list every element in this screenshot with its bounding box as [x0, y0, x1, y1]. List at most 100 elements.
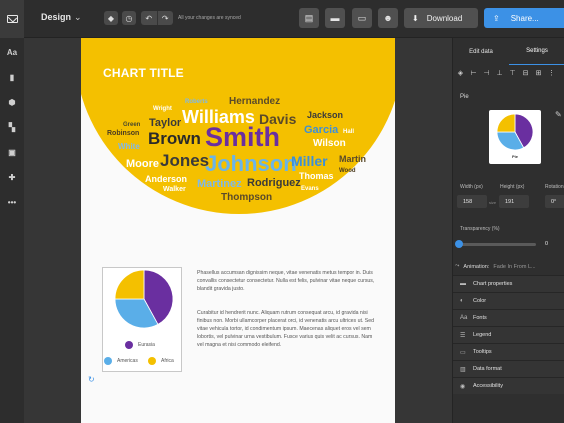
panel-tabs: Edit data Settings	[453, 38, 564, 65]
tab-edit-data[interactable]: Edit data	[453, 38, 509, 65]
slider-handle[interactable]	[455, 240, 463, 248]
width-label: Width (px)	[460, 184, 483, 190]
align-top-icon[interactable]: ⊤	[507, 67, 518, 78]
app-root: Design ⌄ ◆ ◷ ↶ ↷ All your changes are sy…	[0, 0, 564, 423]
chart-icon[interactable]: ▮	[5, 70, 19, 84]
legend-swatch	[104, 357, 112, 365]
envelope-icon	[6, 15, 18, 23]
word-cloud-word: Evans	[301, 186, 319, 192]
width-field[interactable]: 158	[457, 195, 487, 208]
legend-label: Eurasia	[138, 342, 155, 348]
shapes-icon[interactable]: ✚	[5, 170, 19, 184]
section-data-format[interactable]: ▥ Data format	[453, 360, 564, 377]
word-cloud-word: Robinson	[107, 130, 140, 137]
pie-chart	[114, 269, 174, 329]
note-icon[interactable]: ▤	[299, 8, 319, 28]
layers-icon[interactable]: ◈	[455, 67, 466, 78]
tag-icon[interactable]: ◆	[104, 11, 118, 25]
pie-thumbnail-icon	[496, 113, 534, 151]
align-right-icon[interactable]: ⊥	[494, 67, 505, 78]
legend-swatch	[148, 357, 156, 365]
paragraph[interactable]: Phasellus accumsan dignissim neque, vita…	[197, 269, 377, 293]
download-label: Download	[426, 13, 463, 23]
legend-item: Americas	[104, 357, 138, 365]
section-chart-properties[interactable]: ▬ Chart properties	[453, 275, 564, 292]
section-label: Fonts	[473, 315, 487, 321]
project-name[interactable]: Design	[41, 12, 71, 22]
section-label: Legend	[473, 332, 492, 338]
distribute-icon[interactable]: ⋮	[546, 67, 557, 78]
undo-icon[interactable]: ↶	[141, 11, 158, 25]
section-label: Chart properties	[473, 281, 513, 287]
word-cloud-word: Roberts	[185, 99, 208, 105]
present-icon[interactable]: ▭	[352, 8, 372, 28]
image-icon[interactable]: ▣	[5, 145, 19, 159]
chart-type-thumbnail[interactable]: Pie	[489, 110, 541, 164]
animation-row[interactable]: ⤳ Animation: Fade In From L...	[455, 260, 564, 273]
pie-slice-africa[interactable]	[114, 269, 145, 300]
chart-title[interactable]: CHART TITLE	[103, 66, 184, 80]
word-cloud-word: Johnson	[205, 151, 297, 176]
word-cloud-word: Hall	[343, 129, 355, 135]
section-accessibility[interactable]: ◉ Accessibility	[453, 377, 564, 394]
share-button[interactable]: ⇪ Share...	[484, 8, 564, 28]
thumbnail-label: Pie	[511, 154, 518, 159]
pie-chart-box[interactable]: Eurasia Americas Africa	[102, 267, 182, 372]
section-fonts[interactable]: Aa Fonts	[453, 309, 564, 326]
word-cloud-word: Jackson	[307, 110, 344, 120]
layout-icon[interactable]: ▚	[5, 120, 19, 134]
word-cloud-word: Jones	[160, 151, 210, 170]
align-bottom-icon[interactable]: ⊞	[533, 67, 544, 78]
word-cloud-word: Miller	[291, 153, 328, 169]
comment-icon[interactable]: ▬	[325, 8, 345, 28]
transparency-slider[interactable]	[459, 243, 536, 246]
word-cloud-word: Garcia	[304, 124, 339, 136]
section-label: Color	[473, 298, 487, 304]
word-cloud-word: Martinez	[197, 178, 242, 190]
word-cloud-word: Wright	[153, 106, 172, 112]
data-format-icon: ▥	[460, 366, 466, 373]
word-cloud-word: Wood	[339, 168, 356, 174]
pie-slice-africa[interactable]	[496, 113, 516, 133]
more-icon[interactable]: •••	[5, 195, 19, 209]
align-middle-icon[interactable]: ⊟	[520, 67, 531, 78]
word-cloud-word: Thompson	[221, 192, 273, 203]
section-tooltips[interactable]: ▭ Tooltips	[453, 343, 564, 360]
transparency-value[interactable]: 0	[539, 237, 564, 250]
rotation-field[interactable]: 0°	[545, 195, 564, 208]
app-logo[interactable]	[0, 0, 24, 38]
height-field[interactable]: 191	[499, 195, 529, 208]
legend-item: Africa	[148, 357, 174, 365]
paragraph[interactable]: Curabitur id hendrerit nunc. Aliquam rut…	[197, 309, 377, 349]
edit-icon[interactable]: ✎	[555, 110, 562, 119]
design-page[interactable]: CHART TITLE Hernandez Roberts Wright Willia…	[81, 38, 395, 423]
section-color[interactable]: ◐ Color	[453, 292, 564, 309]
download-button[interactable]: ⬇ Download	[404, 8, 478, 28]
word-cloud-word: Walker	[163, 186, 186, 193]
legend-swatch	[125, 341, 133, 349]
accessibility-icon: ◉	[460, 383, 466, 390]
top-bar: Design ⌄ ◆ ◷ ↶ ↷ All your changes are sy…	[0, 0, 564, 38]
redo-icon[interactable]: ↷	[158, 11, 174, 25]
chevron-down-icon[interactable]: ⌄	[74, 12, 82, 23]
download-icon: ⬇	[412, 13, 419, 23]
palette-icon: ◐	[460, 298, 464, 304]
height-label: Height (px)	[500, 184, 525, 190]
chart-type-label: Pie	[460, 94, 469, 100]
sync-status: All your changes are synced	[178, 15, 241, 21]
legend-item: Eurasia	[125, 341, 155, 349]
section-legend[interactable]: ☰ Legend	[453, 326, 564, 343]
tab-settings[interactable]: Settings	[509, 38, 564, 65]
text-icon[interactable]: Aa	[5, 45, 19, 59]
word-cloud-word: Anderson	[145, 174, 188, 184]
refresh-icon[interactable]: ↻	[88, 375, 95, 384]
align-center-icon[interactable]: ⊣	[481, 67, 492, 78]
map-icon[interactable]: ⬢	[5, 95, 19, 109]
collaborators-icon[interactable]: ☻	[378, 8, 398, 28]
legend-icon: ☰	[460, 332, 466, 339]
align-left-icon[interactable]: ⊢	[468, 67, 479, 78]
lock-size-icon[interactable]: size	[489, 200, 496, 205]
word-cloud-word: Moore	[126, 158, 159, 170]
left-toolbar: Aa ▮ ⬢ ▚ ▣ ✚ •••	[0, 38, 24, 423]
history-icon[interactable]: ◷	[122, 11, 136, 25]
